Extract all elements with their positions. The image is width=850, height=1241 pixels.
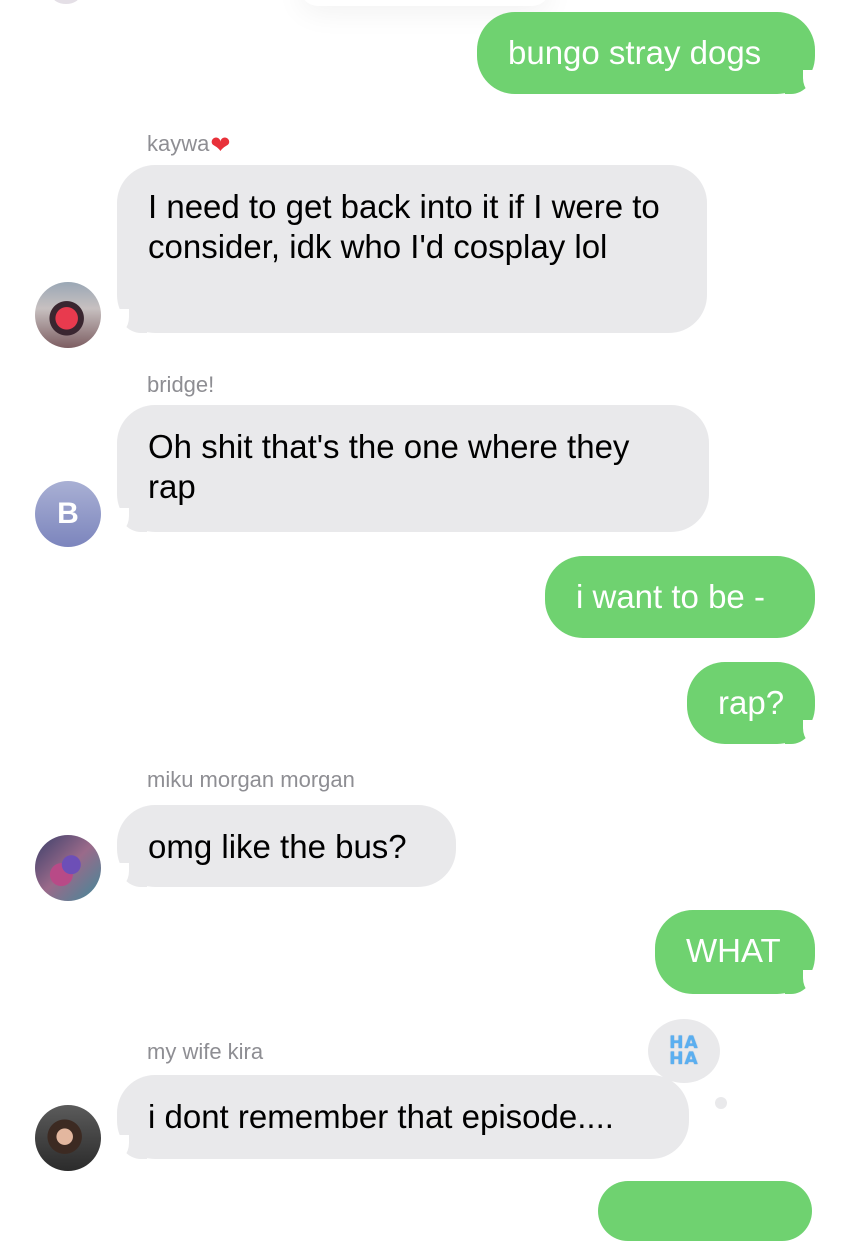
received-message-bubble[interactable]: i dont remember that episode.... bbox=[109, 1075, 689, 1163]
next-sent-message-bubble[interactable] bbox=[598, 1181, 812, 1241]
bubble-tail bbox=[109, 508, 149, 542]
sender-name: kaywa❤ bbox=[147, 131, 231, 159]
bubble-tail bbox=[783, 70, 823, 104]
message-text: I need to get back into it if I were to … bbox=[148, 188, 660, 265]
bubble-tail bbox=[109, 1135, 149, 1169]
tapback-text: HA bbox=[669, 1049, 699, 1069]
haha-tapback-icon[interactable]: HA HA bbox=[648, 1019, 720, 1083]
sent-message-bubble[interactable]: i want to be - bbox=[545, 556, 815, 638]
kaywa-avatar[interactable] bbox=[35, 282, 101, 348]
heart-emoji-icon: ❤ bbox=[210, 132, 231, 159]
message-text: Oh shit that's the one where they rap bbox=[148, 428, 630, 505]
sent-message-bubble[interactable]: bungo stray dogs bbox=[477, 12, 823, 98]
message-text: omg like the bus? bbox=[148, 828, 407, 865]
sent-message-bubble[interactable]: WHAT bbox=[655, 910, 823, 998]
received-message-bubble[interactable]: I need to get back into it if I were to … bbox=[109, 165, 707, 337]
received-message-bubble[interactable]: Oh shit that's the one where they rap bbox=[109, 405, 709, 536]
bubble-tail bbox=[109, 863, 149, 897]
avatar-initial: B bbox=[57, 497, 79, 530]
bubble-tail bbox=[109, 309, 149, 343]
message-text: WHAT bbox=[686, 932, 781, 969]
miku-avatar[interactable] bbox=[35, 835, 101, 901]
bridge-avatar[interactable]: B bbox=[35, 481, 101, 547]
sender-name: my wife kira bbox=[147, 1039, 264, 1064]
kira-avatar[interactable] bbox=[35, 1105, 101, 1171]
tapback-tail bbox=[715, 1097, 727, 1109]
message-text: i want to be - bbox=[576, 578, 765, 615]
bubble-tail bbox=[783, 720, 823, 754]
bubble-tail bbox=[783, 970, 823, 1004]
message-text: bungo stray dogs bbox=[508, 34, 762, 71]
previous-avatar bbox=[52, 0, 80, 4]
message-text: rap? bbox=[718, 684, 785, 721]
sent-message-bubble[interactable]: rap? bbox=[687, 662, 823, 748]
received-message-bubble[interactable]: omg like the bus? bbox=[109, 805, 456, 891]
sender-name: miku morgan morgan bbox=[147, 767, 355, 792]
previous-message-bubble[interactable] bbox=[300, 0, 550, 6]
message-text: i dont remember that episode.... bbox=[148, 1098, 614, 1135]
sender-name: bridge! bbox=[147, 372, 215, 397]
